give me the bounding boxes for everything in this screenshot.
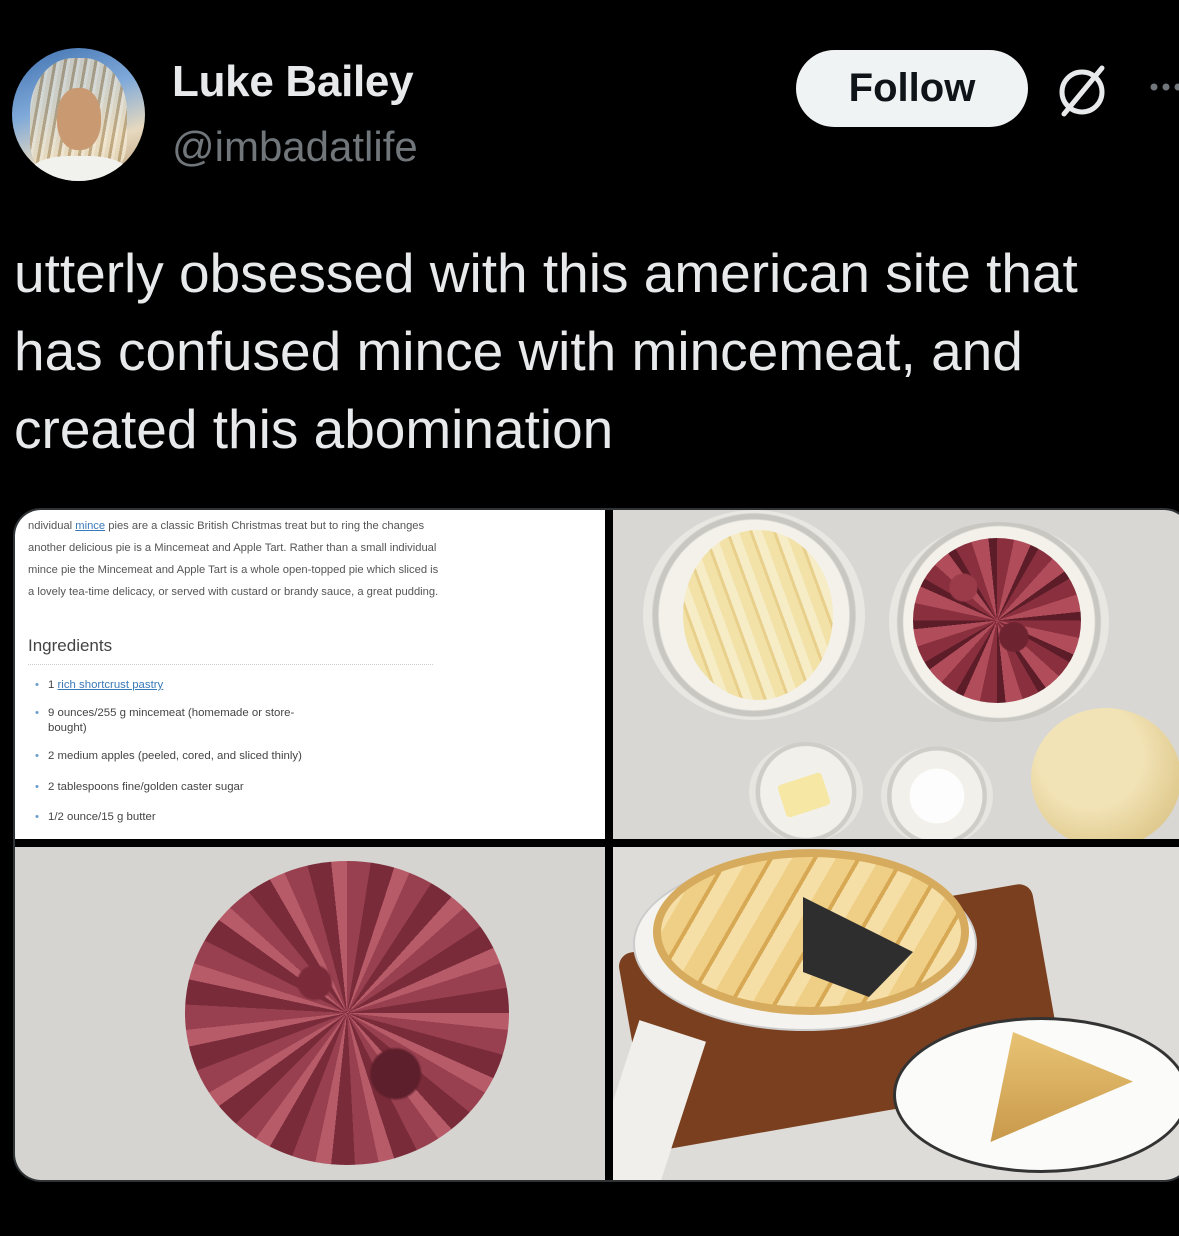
ingredient-text: 1/2 ounce/15 g butter [48, 811, 156, 823]
recipe-intro-text: another delicious pie is a Mincemeat and… [28, 542, 437, 554]
minced-meat [913, 538, 1081, 703]
post-text: utterly obsessed with this american site… [14, 234, 1174, 468]
post-header: Luke Bailey @imbadatlife Follow [0, 0, 1179, 200]
list-item: 1/2 ounce/15 g butter [35, 810, 425, 825]
recipe-intro-text: pies are a classic British Christmas tre… [108, 520, 425, 532]
avatar-face [57, 88, 101, 150]
apple-slices [683, 530, 833, 700]
media-grid: ndividual mince pies are a classic Briti… [13, 508, 1179, 1182]
recipe-intro-text: mince pie the Mincemeat and Apple Tart i… [28, 564, 439, 576]
post-text-line: has confused mince with mincemeat, and [14, 320, 1023, 382]
ingredient-text: 9 ounces/255 g mincemeat (homemade or st… [48, 707, 295, 734]
avatar[interactable] [12, 48, 145, 181]
ingredients-list: 1 rich shortcrust pastry 9 ounces/255 g … [35, 678, 425, 825]
more-icon[interactable] [1146, 72, 1179, 102]
media-filled-tart-photo[interactable] [15, 847, 605, 1180]
sugar-bowl [881, 746, 993, 839]
ingredient-link: rich shortcrust pastry [57, 679, 164, 691]
user-name[interactable]: Luke Bailey [172, 57, 414, 107]
list-item: 1 rich shortcrust pastry [35, 678, 425, 693]
divider [28, 664, 433, 665]
user-handle[interactable]: @imbadatlife [172, 123, 418, 171]
ingredients-heading: Ingredients [28, 636, 113, 655]
recipe-intro-text: a lovely tea-time delicacy, or served wi… [28, 586, 439, 598]
list-item: 9 ounces/255 g mincemeat (homemade or st… [35, 706, 313, 736]
follow-button[interactable]: Follow [796, 50, 1028, 127]
recipe-document: ndividual mince pies are a classic Briti… [28, 515, 588, 603]
recipe-intro: ndividual mince pies are a classic Briti… [28, 515, 588, 603]
post-text-line: utterly obsessed with this american site… [14, 242, 1078, 304]
ingredient-text: 2 medium apples (peeled, cored, and slic… [48, 750, 302, 762]
ingredient-qty: 1 [48, 679, 55, 691]
pastry-dough [1031, 708, 1179, 839]
post-text-line: created this abomination [14, 398, 614, 460]
ingredient-text: 2 tablespoons fine/golden caster sugar [48, 781, 244, 793]
recipe-intro-link: mince [75, 520, 106, 532]
list-item: 2 tablespoons fine/golden caster sugar [35, 780, 425, 795]
grok-icon[interactable] [1052, 60, 1112, 120]
avatar-shirt [30, 156, 128, 181]
mince-filling [185, 861, 509, 1165]
media-ingredients-photo[interactable] [613, 510, 1179, 839]
list-item: 2 medium apples (peeled, cored, and slic… [35, 749, 425, 764]
recipe-intro-text: ndividual [28, 520, 73, 532]
media-recipe-screenshot[interactable]: ndividual mince pies are a classic Briti… [15, 510, 605, 839]
media-finished-tart-photo[interactable] [613, 847, 1179, 1180]
